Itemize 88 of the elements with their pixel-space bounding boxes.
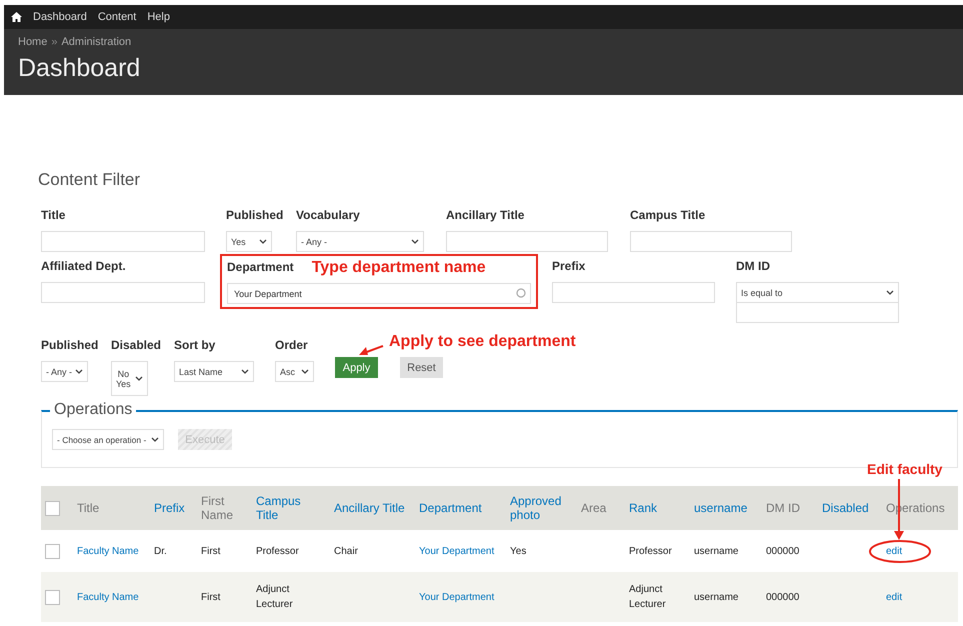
- field-label: Affiliated Dept.: [41, 258, 126, 274]
- select-field[interactable]: Yes: [226, 231, 272, 252]
- field-label: Title: [41, 207, 66, 223]
- table-cell-text: Adjunct Lecturer: [256, 583, 294, 612]
- annotation-text: Edit faculty: [867, 461, 942, 477]
- table-cell-text: Yes: [510, 544, 528, 558]
- field-label: Sort by: [174, 337, 216, 353]
- table-cell-text: Dr.: [154, 544, 168, 558]
- sort-link[interactable]: Disabled: [822, 501, 878, 515]
- toolbar-link[interactable]: Dashboard: [33, 11, 87, 23]
- field-label: Vocabulary: [296, 207, 360, 223]
- field-label: Published: [41, 337, 98, 353]
- select-field[interactable]: Is equal to: [736, 282, 899, 303]
- select-field[interactable]: - Choose an operation -: [52, 429, 164, 450]
- column-label: Title: [77, 501, 100, 515]
- text-field[interactable]: [41, 282, 205, 303]
- table-cell-text: Professor: [629, 544, 673, 558]
- annotation-text: Type department name: [312, 260, 486, 274]
- field-label: Published: [226, 207, 284, 223]
- table-cell-text: username: [694, 544, 740, 558]
- caret-icon: [411, 238, 419, 244]
- section-title: Content Filter: [38, 170, 142, 190]
- field-label: Campus Title: [630, 207, 706, 223]
- field-label: Department: [227, 259, 294, 275]
- table-link[interactable]: Your Department: [419, 544, 502, 558]
- toolbar-link[interactable]: Help: [147, 11, 170, 23]
- sort-link[interactable]: Department: [419, 501, 502, 515]
- table-link[interactable]: Faculty Name: [77, 544, 146, 558]
- column-label: Area: [581, 501, 608, 515]
- table-link[interactable]: Faculty Name: [77, 590, 146, 604]
- table-link[interactable]: edit: [886, 544, 954, 558]
- field-label: Ancillary Title: [446, 207, 524, 223]
- toolbar-link[interactable]: Content: [98, 11, 136, 23]
- sort-link[interactable]: username: [694, 501, 758, 515]
- breadcrumb-link[interactable]: Administration: [61, 36, 132, 48]
- table-link[interactable]: Your Department: [419, 590, 502, 604]
- table-cell-text: 000000: [766, 590, 800, 604]
- table-cell-text: Chair: [334, 544, 359, 558]
- sort-link[interactable]: Prefix: [154, 501, 193, 515]
- checkbox[interactable]: [45, 590, 60, 604]
- highlight-ellipse: [869, 540, 931, 563]
- select-field[interactable]: - Any -: [41, 361, 88, 382]
- caret-icon: [301, 368, 309, 374]
- text-field[interactable]: [446, 231, 608, 252]
- caret-icon: [886, 290, 894, 296]
- breadcrumb-separator: »: [51, 36, 58, 48]
- field-label: DM ID: [736, 258, 770, 274]
- field-label: Disabled: [111, 337, 162, 353]
- panel-legend: Operations: [50, 401, 136, 419]
- field-label: Prefix: [552, 258, 586, 274]
- table-cell-text: First: [201, 544, 222, 558]
- reset-button[interactable]: Reset: [400, 357, 443, 378]
- caret-icon: [151, 436, 159, 442]
- field-label: Order: [275, 337, 308, 353]
- annotation-text: Apply to see department: [389, 333, 576, 351]
- select-field[interactable]: Asc: [275, 361, 314, 382]
- table-cell-text: Adjunct Lecturer: [629, 583, 667, 612]
- sort-link[interactable]: Ancillary Title: [334, 501, 411, 515]
- select-field[interactable]: No Yes: [111, 361, 148, 396]
- arrow-icon: [358, 343, 384, 357]
- table-cell-text: Professor: [256, 544, 300, 558]
- table-cell-text: username: [694, 590, 740, 604]
- text-field[interactable]: [41, 231, 205, 252]
- checkbox[interactable]: [45, 500, 60, 516]
- select-field[interactable]: - Any -: [296, 231, 424, 252]
- caret-icon: [241, 368, 249, 374]
- sort-link[interactable]: Campus Title: [256, 494, 326, 522]
- table-link[interactable]: edit: [886, 590, 954, 604]
- column-label: DM ID: [766, 501, 801, 515]
- caret-icon: [135, 376, 143, 382]
- column-label: First Name: [201, 494, 234, 522]
- sort-link[interactable]: Rank: [629, 501, 686, 515]
- table-cell-text: First: [201, 590, 222, 604]
- caret-icon: [75, 368, 83, 374]
- text-field[interactable]: [630, 231, 792, 252]
- caret-icon: [259, 238, 267, 244]
- autocomplete-field[interactable]: Your Department: [227, 283, 531, 304]
- table-cell-text: 000000: [766, 544, 800, 558]
- home-icon[interactable]: [11, 12, 22, 22]
- spinner-icon: [516, 288, 526, 298]
- page-title: Dashboard: [18, 54, 142, 83]
- text-field[interactable]: [736, 302, 899, 323]
- select-field[interactable]: Last Name: [174, 361, 254, 382]
- sort-link[interactable]: Approved photo: [510, 494, 573, 522]
- text-field[interactable]: [552, 282, 715, 303]
- breadcrumb-link[interactable]: Home: [18, 36, 48, 48]
- apply-button[interactable]: Apply: [335, 357, 378, 378]
- checkbox[interactable]: [45, 544, 60, 558]
